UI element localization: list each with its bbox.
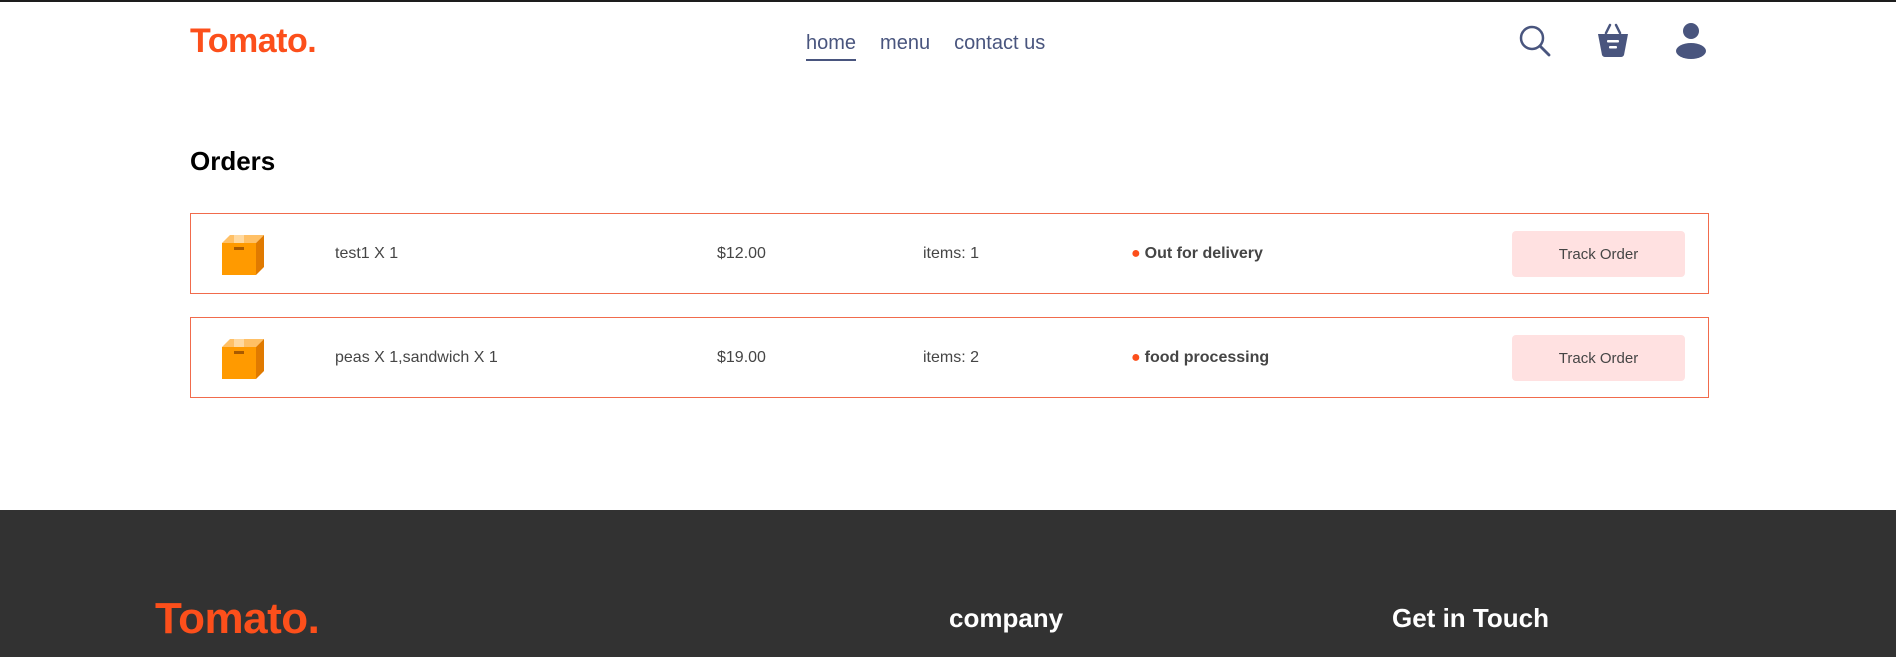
basket-icon[interactable] <box>1594 22 1632 60</box>
order-item-count: items: 1 <box>923 244 980 262</box>
nav-links: home menu contact us <box>806 32 1045 61</box>
status-dot: ● <box>1131 348 1141 366</box>
order-status-text: Out for delivery <box>1144 244 1263 262</box>
footer-company-heading: company <box>949 603 1064 633</box>
parcel-icon <box>220 231 266 277</box>
footer-logo[interactable]: Tomato. <box>155 594 320 644</box>
nav-link-menu[interactable]: menu <box>880 32 930 61</box>
navbar: Tomato. home menu contact us <box>190 2 1710 88</box>
nav-link-home[interactable]: home <box>806 32 857 61</box>
page-title: Orders <box>190 146 276 176</box>
order-amount: $19.00 <box>717 348 766 366</box>
order-status-text: food processing <box>1144 348 1270 366</box>
parcel-icon <box>220 335 266 381</box>
order-items: peas X 1,sandwich X 1 <box>335 348 498 366</box>
logo[interactable]: Tomato. <box>190 22 317 61</box>
order-row: peas X 1,sandwich X 1 $19.00 items: 2 ● f… <box>190 317 1709 398</box>
order-item-count: items: 2 <box>923 348 980 366</box>
order-items: test1 X 1 <box>335 244 399 262</box>
track-order-button[interactable]: Track Order <box>1512 335 1685 381</box>
orders-list: test1 X 1 $12.00 items: 1 ● Out for deliv… <box>190 213 1709 421</box>
footer: Tomato. company Get in Touch <box>0 510 1896 657</box>
order-row: test1 X 1 $12.00 items: 1 ● Out for deliv… <box>190 213 1709 294</box>
nav-icons <box>1516 22 1710 60</box>
order-amount: $12.00 <box>717 244 766 262</box>
footer-get-in-touch-heading: Get in Touch <box>1392 603 1549 633</box>
order-status: ● food processing <box>1131 349 1269 367</box>
profile-icon[interactable] <box>1672 22 1710 60</box>
order-status: ● Out for delivery <box>1131 245 1263 263</box>
status-dot: ● <box>1131 244 1141 262</box>
track-order-button[interactable]: Track Order <box>1512 231 1685 277</box>
nav-link-contact-us[interactable]: contact us <box>954 32 1045 61</box>
search-icon[interactable] <box>1516 22 1554 60</box>
